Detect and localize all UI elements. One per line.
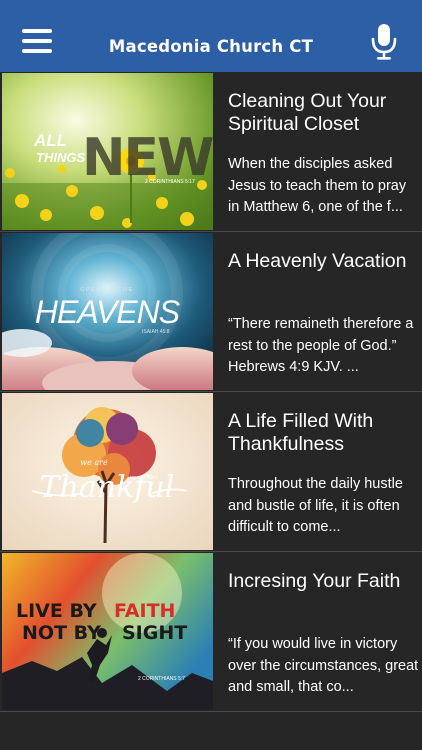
thumbnail-text-top: OPEN UP THE <box>80 287 134 293</box>
thumbnail-text-line2a: NOT BY <box>22 622 101 644</box>
thumbnail-text-big: HEAVENS <box>35 294 180 330</box>
sermon-excerpt: “There remaineth therefore a rest to the… <box>228 316 414 375</box>
sermon-excerpt: Throughout the daily hustle and bustle o… <box>228 476 403 535</box>
sermon-excerpt: When the disciples asked Jesus to teach … <box>228 156 407 215</box>
microphone-icon[interactable] <box>370 24 398 60</box>
sermon-title: A Heavenly Vacation <box>228 250 407 272</box>
menu-bar <box>22 29 52 33</box>
sermon-title: Cleaning Out Your Spiritual Closet <box>228 90 387 135</box>
thumbnail-text-line1b: FAITH <box>114 600 175 622</box>
sermon-thumbnail: ALL THINGS NEW 2 CORINTHIANS 5:17 <box>2 73 213 230</box>
sermon-list-item[interactable]: ALL THINGS NEW 2 CORINTHIANS 5:17 Cleani… <box>0 72 422 232</box>
thumbnail-text-ref: 2 CORINTHIANS 5:7 <box>138 676 185 682</box>
thumbnail-text-small: we are <box>80 458 108 467</box>
thumbnail-text-ref: PSALM 100:4 <box>130 475 158 480</box>
sermon-thumbnail: LIVE BY FAITH NOT BY SIGHT 2 CORINTHIANS… <box>2 553 213 710</box>
sermon-list-item[interactable]: LIVE BY FAITH NOT BY SIGHT 2 CORINTHIANS… <box>0 552 422 712</box>
sermon-excerpt: “If you would live in victory over the c… <box>228 636 419 695</box>
menu-bar <box>22 49 52 53</box>
sermon-list-item[interactable]: we are Thankful PSALM 100:4 A Life Fille… <box>0 392 422 552</box>
page-title: Macedonia Church CT <box>108 37 314 56</box>
thumbnail-text-line2: THINGS <box>36 150 85 165</box>
hamburger-menu-icon[interactable] <box>22 29 52 53</box>
sermon-title: A Life Filled With Thankfulness <box>228 410 374 455</box>
menu-bar <box>22 39 52 43</box>
list-footer-space <box>0 712 422 750</box>
thumbnail-text-ref: ISAIAH 45:8 <box>142 329 170 335</box>
app-header: Macedonia Church CT <box>0 0 422 72</box>
thumbnail-text-line1: ALL <box>33 131 67 150</box>
sermon-list-item[interactable]: OPEN UP THE HEAVENS ISAIAH 45:8 A Heaven… <box>0 232 422 392</box>
thumbnail-text-ref: 2 CORINTHIANS 5:17 <box>145 179 195 185</box>
sermon-thumbnail: we are Thankful PSALM 100:4 <box>2 393 213 550</box>
thumbnail-text-line2b: SIGHT <box>122 622 187 644</box>
thumbnail-text-line1a: LIVE BY <box>16 600 97 622</box>
sermon-thumbnail: OPEN UP THE HEAVENS ISAIAH 45:8 <box>2 233 213 390</box>
sermon-title: Incresing Your Faith <box>228 570 401 592</box>
sermon-list: ALL THINGS NEW 2 CORINTHIANS 5:17 Cleani… <box>0 72 422 712</box>
